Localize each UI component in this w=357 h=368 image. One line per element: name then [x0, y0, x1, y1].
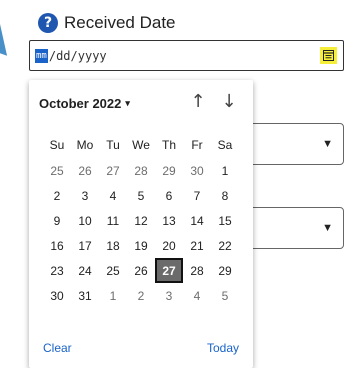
calendar-day-adjacent[interactable]: 4 — [183, 283, 211, 308]
calendar-day[interactable]: 7 — [183, 183, 211, 208]
weekday-label: Su — [49, 138, 65, 152]
today-button[interactable]: Today — [207, 341, 239, 355]
calendar-day[interactable]: 12 — [127, 208, 155, 233]
caret-down-icon: ▾ — [125, 98, 130, 108]
month-year-selector[interactable]: October 2022 ▾ — [39, 96, 130, 111]
calendar-day[interactable]: 22 — [211, 233, 239, 258]
calendar-day[interactable]: 6 — [155, 183, 183, 208]
calendar-day[interactable]: 25 — [99, 258, 127, 283]
pointer-arrow — [0, 24, 20, 60]
calendar-day[interactable]: 5 — [127, 183, 155, 208]
picker-header: October 2022 ▾ — [39, 96, 130, 111]
calendar-day-adjacent[interactable]: 1 — [99, 283, 127, 308]
calendar-day[interactable]: 29 — [211, 258, 239, 283]
calendar-day[interactable]: 9 — [43, 208, 71, 233]
weekday-label: Th — [161, 138, 176, 152]
calendar-day[interactable]: 11 — [99, 208, 127, 233]
previous-month-icon[interactable]: ↑ — [187, 90, 209, 112]
date-picker-popup: October 2022 ▾ ↑ ↓ Su Mo Tu We Th Fr Sa … — [29, 80, 253, 368]
month-year-label: October 2022 — [39, 96, 122, 111]
calendar-day-adjacent[interactable]: 29 — [155, 158, 183, 183]
calendar-day[interactable]: 3 — [71, 183, 99, 208]
calendar-day[interactable]: 15 — [211, 208, 239, 233]
weekday-label: Sa — [217, 138, 233, 152]
weekday-label: Tu — [106, 138, 120, 152]
calendar-day[interactable]: 1 — [211, 158, 239, 183]
calendar-day-selected[interactable]: 27 — [155, 258, 183, 283]
next-month-icon[interactable]: ↓ — [218, 90, 240, 112]
weekday-label: We — [132, 138, 150, 152]
field-label-text: Received Date — [64, 13, 176, 32]
calendar-icon[interactable] — [320, 47, 337, 64]
calendar-day[interactable]: 16 — [43, 233, 71, 258]
calendar-day[interactable]: 24 — [71, 258, 99, 283]
calendar-day[interactable]: 20 — [155, 233, 183, 258]
calendar-day-adjacent[interactable]: 26 — [71, 158, 99, 183]
picker-footer: Clear Today — [43, 341, 239, 355]
help-icon[interactable]: ? — [38, 13, 58, 33]
calendar-grid: 25 26 27 28 29 30 1 2 3 4 5 6 7 8 9 10 11 12 13 14 15 16 17 18 1… — [43, 158, 243, 308]
select-field-1[interactable]: ▼ — [246, 123, 344, 165]
calendar-day-adjacent[interactable]: 2 — [127, 283, 155, 308]
month-segment[interactable]: mm — [35, 48, 48, 63]
received-date-input[interactable]: mm /dd/yyyy — [29, 40, 344, 71]
calendar-day[interactable]: 10 — [71, 208, 99, 233]
calendar-day[interactable]: 31 — [71, 283, 99, 308]
weekday-header: Su Mo Tu We Th Fr Sa — [43, 138, 243, 152]
calendar-day-adjacent[interactable]: 5 — [211, 283, 239, 308]
chevron-down-icon: ▼ — [322, 222, 333, 234]
calendar-day[interactable]: 2 — [43, 183, 71, 208]
weekday-label: Mo — [76, 138, 94, 152]
calendar-day[interactable]: 23 — [43, 258, 71, 283]
calendar-day[interactable]: 14 — [183, 208, 211, 233]
clear-button[interactable]: Clear — [43, 341, 72, 355]
day-year-segments[interactable]: /dd/yyyy — [49, 49, 107, 63]
weekday-label: Fr — [191, 138, 203, 152]
calendar-day-adjacent[interactable]: 3 — [155, 283, 183, 308]
calendar-day[interactable]: 28 — [183, 258, 211, 283]
calendar-day-adjacent[interactable]: 25 — [43, 158, 71, 183]
calendar-day[interactable]: 4 — [99, 183, 127, 208]
calendar-day-adjacent[interactable]: 30 — [183, 158, 211, 183]
calendar-day[interactable]: 21 — [183, 233, 211, 258]
received-date-label: ? Received Date — [38, 12, 176, 34]
calendar-day[interactable]: 26 — [127, 258, 155, 283]
calendar-day-adjacent[interactable]: 28 — [127, 158, 155, 183]
calendar-day-adjacent[interactable]: 27 — [99, 158, 127, 183]
calendar-day[interactable]: 8 — [211, 183, 239, 208]
chevron-down-icon: ▼ — [322, 138, 333, 150]
select-field-2[interactable]: ▼ — [246, 207, 344, 249]
calendar-day[interactable]: 13 — [155, 208, 183, 233]
calendar-day[interactable]: 19 — [127, 233, 155, 258]
calendar-day[interactable]: 18 — [99, 233, 127, 258]
calendar-day[interactable]: 30 — [43, 283, 71, 308]
calendar-day[interactable]: 17 — [71, 233, 99, 258]
